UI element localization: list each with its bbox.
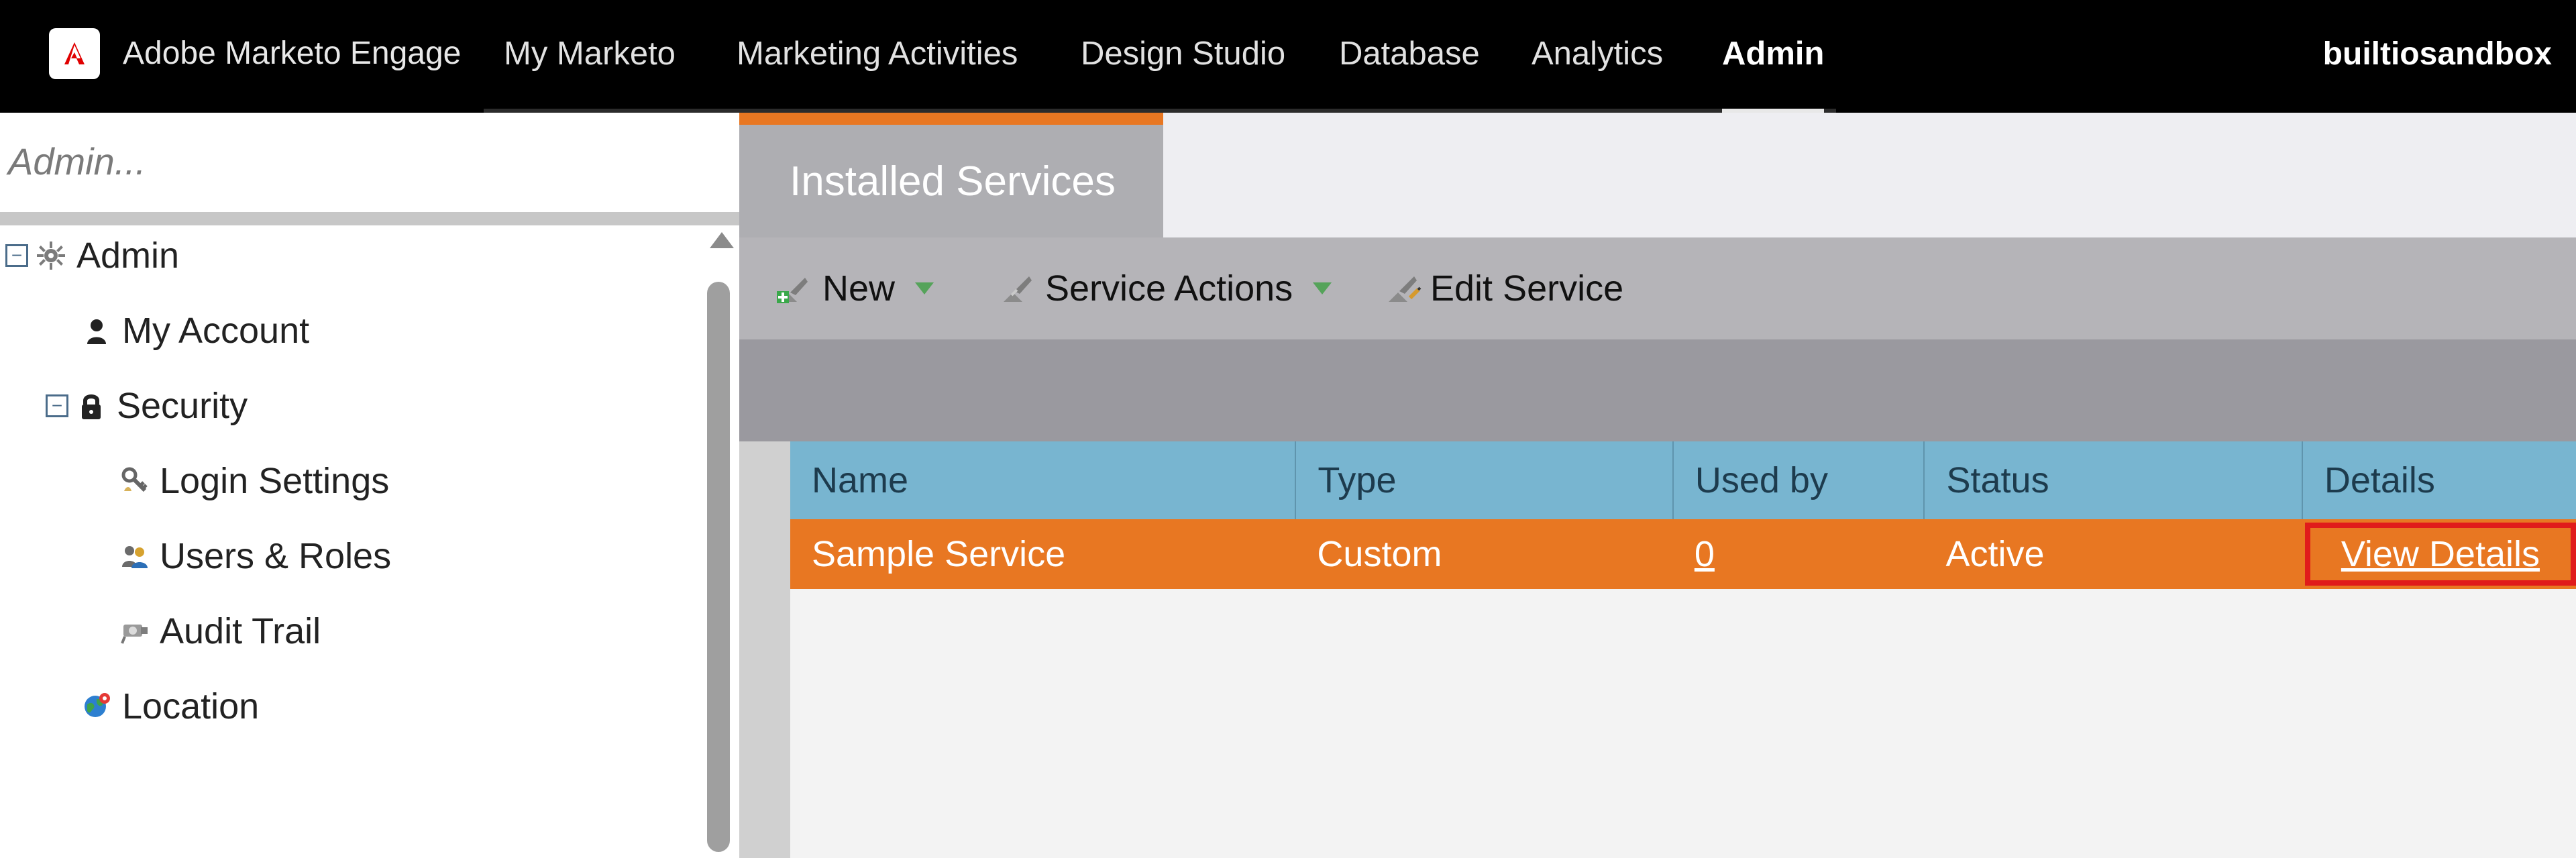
- toolbar: New Service Actions Edit Service: [739, 237, 2576, 339]
- table-row[interactable]: Sample Service Custom 0 Active View Deta…: [790, 519, 2576, 589]
- top-navigation-bar: Adobe Marketo Engage My Marketo Marketin…: [0, 0, 2576, 113]
- tab-installed-services[interactable]: Installed Services: [739, 113, 1163, 237]
- tree-node-my-account[interactable]: My Account: [80, 301, 309, 361]
- tree-label-login-settings: Login Settings: [160, 461, 390, 501]
- tree-label-users-roles: Users & Roles: [160, 536, 392, 576]
- users-icon: [118, 540, 150, 572]
- brand-name: Adobe Marketo Engage: [123, 36, 462, 71]
- tree-node-security[interactable]: − Security: [46, 376, 248, 436]
- tree-label-admin: Admin: [76, 235, 180, 276]
- rocket-edit-icon: [1383, 268, 1424, 309]
- collapse-icon[interactable]: −: [5, 244, 28, 267]
- tree-node-users-roles[interactable]: Users & Roles: [118, 526, 391, 586]
- tree-label-my-account: My Account: [122, 311, 310, 351]
- tree-label-location: Location: [122, 686, 260, 727]
- column-header-name[interactable]: Name: [790, 441, 1297, 519]
- new-button[interactable]: New: [775, 237, 934, 339]
- rocket-add-icon: [775, 268, 816, 309]
- tree-node-audit-trail[interactable]: Audit Trail: [118, 601, 321, 661]
- nav-analytics[interactable]: Analytics: [1532, 27, 1663, 81]
- dropdown-arrow-icon: [1313, 282, 1332, 294]
- service-actions-label: Service Actions: [1045, 268, 1293, 309]
- service-actions-button[interactable]: Service Actions: [998, 237, 1332, 339]
- new-label: New: [822, 268, 896, 309]
- column-header-details[interactable]: Details: [2302, 441, 2576, 519]
- cell-details: View Details: [2302, 519, 2576, 589]
- grid-header-bar: [739, 339, 2576, 441]
- tree-node-login-settings[interactable]: Login Settings: [118, 451, 389, 511]
- main-nav: My Marketo Marketing Activities Design S…: [484, 0, 1836, 113]
- nav-marketing-activities[interactable]: Marketing Activities: [737, 27, 1018, 81]
- edit-service-label: Edit Service: [1430, 268, 1624, 309]
- lock-icon: [75, 390, 107, 422]
- person-icon: [80, 315, 113, 347]
- cell-type: Custom: [1317, 534, 1442, 574]
- used-by-link[interactable]: 0: [1695, 534, 1715, 574]
- gear-icon: [35, 239, 67, 272]
- dropdown-arrow-icon: [915, 282, 934, 294]
- services-table: Name Type Used by Status Details Sample …: [790, 441, 2576, 589]
- main-content: Installed Services New Service Actions E…: [739, 113, 2576, 858]
- tree-label-audit-trail: Audit Trail: [160, 611, 321, 651]
- nav-my-marketo[interactable]: My Marketo: [504, 27, 676, 81]
- cell-status: Active: [1945, 534, 2045, 574]
- account-name[interactable]: builtiosandbox: [2323, 27, 2552, 81]
- column-header-used-by[interactable]: Used by: [1672, 441, 1925, 519]
- tree-label-security: Security: [117, 386, 248, 426]
- edit-service-button[interactable]: Edit Service: [1383, 237, 1623, 339]
- table-header-row: Name Type Used by Status Details: [790, 441, 2576, 519]
- nav-admin[interactable]: Admin: [1722, 27, 1825, 113]
- globe-icon: [80, 690, 113, 722]
- column-header-status[interactable]: Status: [1924, 441, 2303, 519]
- search-divider: [0, 212, 739, 225]
- scroll-up-arrow-icon[interactable]: [710, 232, 734, 248]
- rocket-icon: [998, 268, 1038, 309]
- nav-database[interactable]: Database: [1339, 27, 1480, 81]
- cell-used-by: 0: [1673, 519, 1925, 589]
- admin-tree: − Admin My Account − Security Login Sett…: [0, 225, 704, 745]
- tree-node-admin[interactable]: − Admin: [5, 225, 179, 286]
- column-header-type[interactable]: Type: [1295, 441, 1674, 519]
- admin-search-input[interactable]: Admin...: [0, 134, 739, 188]
- brand[interactable]: Adobe Marketo Engage: [49, 27, 461, 81]
- adobe-logo-icon: [49, 28, 100, 79]
- view-details-link[interactable]: View Details: [2304, 523, 2576, 586]
- grid-left-gutter: [739, 441, 790, 858]
- camera-icon: [118, 615, 150, 647]
- nav-design-studio[interactable]: Design Studio: [1081, 27, 1285, 81]
- cell-name: Sample Service: [812, 534, 1066, 574]
- scroll-thumb[interactable]: [707, 282, 730, 852]
- collapse-icon[interactable]: −: [46, 394, 68, 417]
- key-icon: [118, 465, 150, 497]
- tree-node-location[interactable]: Location: [80, 676, 259, 737]
